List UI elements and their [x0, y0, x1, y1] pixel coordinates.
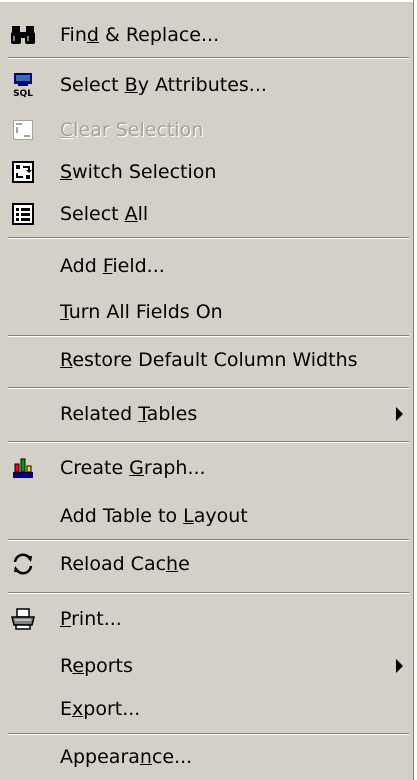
menu-item-export[interactable]: Export...	[0, 691, 413, 727]
menu-item-label: Clear Selection	[60, 119, 204, 141]
submenu-arrow-icon	[396, 659, 403, 673]
menu-item-label: Select All	[60, 203, 149, 225]
menu-separator	[8, 335, 409, 337]
reload-icon	[10, 551, 36, 577]
menu-item-add-table-to-layout[interactable]: Add Table to Layout	[0, 498, 413, 534]
clear-selection-icon	[10, 117, 36, 143]
menu-item-print[interactable]: Print...	[0, 601, 413, 637]
menu-item-label: Related Tables	[60, 403, 198, 425]
menu-item-label: Select By Attributes...	[60, 74, 267, 96]
menu-item-appearance[interactable]: Appearance...	[0, 739, 413, 775]
menu-separator	[8, 733, 409, 735]
menu-separator	[8, 441, 409, 443]
menu-item-select-by-attributes[interactable]: SQL Select By Attributes...	[0, 68, 413, 102]
menu-separator	[8, 539, 409, 541]
menu-item-switch-selection[interactable]: Switch Selection	[0, 155, 413, 189]
menu-item-restore-default-column-widths[interactable]: Restore Default Column Widths	[0, 342, 413, 378]
menu-item-label: Reload Cache	[60, 553, 190, 575]
menu-item-label: Add Table to Layout	[60, 505, 248, 527]
menu-item-create-graph[interactable]: Create Graph...	[0, 450, 413, 486]
menu-item-find-replace[interactable]: Find & Replace...	[0, 18, 413, 52]
switch-selection-icon	[10, 159, 36, 185]
submenu-arrow-icon	[396, 407, 403, 421]
menu-separator	[8, 57, 409, 59]
menu-item-add-field[interactable]: Add Field...	[0, 248, 413, 284]
menu-item-reports[interactable]: Reports	[0, 648, 413, 684]
menu-item-label: Restore Default Column Widths	[60, 349, 358, 371]
menu-top-edge	[0, 0, 413, 2]
menu-item-label: Turn All Fields On	[60, 301, 223, 323]
menu-item-clear-selection: Clear Selection	[0, 113, 413, 147]
menu-item-label: Create Graph...	[60, 457, 206, 479]
menu-item-reload-cache[interactable]: Reload Cache	[0, 546, 413, 582]
table-options-menu: Find & Replace... SQL Select By Attribut…	[0, 0, 414, 780]
menu-item-select-all[interactable]: Select All	[0, 197, 413, 231]
menu-item-label: Appearance...	[60, 746, 193, 768]
menu-item-label: Find & Replace...	[60, 24, 220, 46]
menu-item-label: Print...	[60, 608, 122, 630]
menu-item-label: Export...	[60, 698, 141, 720]
graph-icon	[10, 455, 36, 481]
sql-select-icon: SQL	[10, 72, 36, 98]
menu-item-related-tables[interactable]: Related Tables	[0, 396, 413, 432]
binoculars-icon	[10, 22, 36, 48]
svg-text:SQL: SQL	[13, 89, 33, 98]
menu-item-label: Add Field...	[60, 255, 165, 277]
select-all-icon	[10, 201, 36, 227]
menu-item-label: Switch Selection	[60, 161, 217, 183]
menu-separator	[8, 387, 409, 389]
menu-item-turn-all-fields-on[interactable]: Turn All Fields On	[0, 294, 413, 330]
menu-separator	[8, 237, 409, 239]
menu-separator	[8, 592, 409, 594]
printer-icon	[10, 606, 36, 632]
menu-item-label: Reports	[60, 655, 133, 677]
